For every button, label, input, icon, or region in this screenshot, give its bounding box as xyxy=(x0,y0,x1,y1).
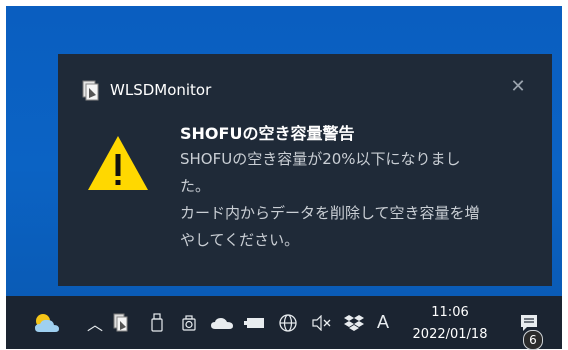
wlsdmonitor-app-icon xyxy=(80,79,100,101)
volume-muted-icon[interactable] xyxy=(309,296,333,349)
toast-message-line: た。 xyxy=(180,177,211,195)
notification-count-badge: 6 xyxy=(523,330,543,350)
toast-message-line: SHOFUの空き容量が20%以下になりまし xyxy=(180,150,461,168)
toast-header: WLSDMonitor xyxy=(80,79,211,101)
taskbar: ︿ A 11:06 2022/01/18 xyxy=(6,296,562,349)
camera-icon[interactable] xyxy=(179,296,201,349)
close-button[interactable]: ✕ xyxy=(508,76,528,98)
weather-icon[interactable] xyxy=(30,296,64,349)
toast-notification[interactable]: WLSDMonitor ✕ SHOFUの空き容量警告 SHOFUの空き容量が20… xyxy=(58,54,552,286)
toast-message: SHOFUの空き容量が20%以下になりまし た。 カード内からデータを削除して空… xyxy=(180,146,530,254)
toast-message-line: カード内からデータを削除して空き容量を増 xyxy=(180,204,480,222)
onedrive-cloud-icon[interactable] xyxy=(209,296,235,349)
clock-time: 11:06 xyxy=(431,305,469,320)
toast-message-line: やしてください。 xyxy=(180,231,300,249)
network-globe-icon[interactable] xyxy=(276,296,300,349)
system-clock[interactable]: 11:06 2022/01/18 xyxy=(400,302,500,346)
clock-date: 2022/01/18 xyxy=(412,327,488,342)
warning-triangle-icon xyxy=(86,134,150,192)
dropbox-icon[interactable] xyxy=(342,296,366,349)
show-hidden-icons-chevron[interactable]: ︿ xyxy=(84,296,106,349)
battery-icon[interactable] xyxy=(242,296,268,349)
wlsdmonitor-tray-icon[interactable] xyxy=(109,296,133,349)
usb-drive-icon[interactable] xyxy=(146,296,168,349)
toast-title: SHOFUの空き容量警告 xyxy=(180,124,355,143)
toast-app-name: WLSDMonitor xyxy=(110,81,212,99)
ime-mode-icon[interactable]: A xyxy=(372,296,394,349)
